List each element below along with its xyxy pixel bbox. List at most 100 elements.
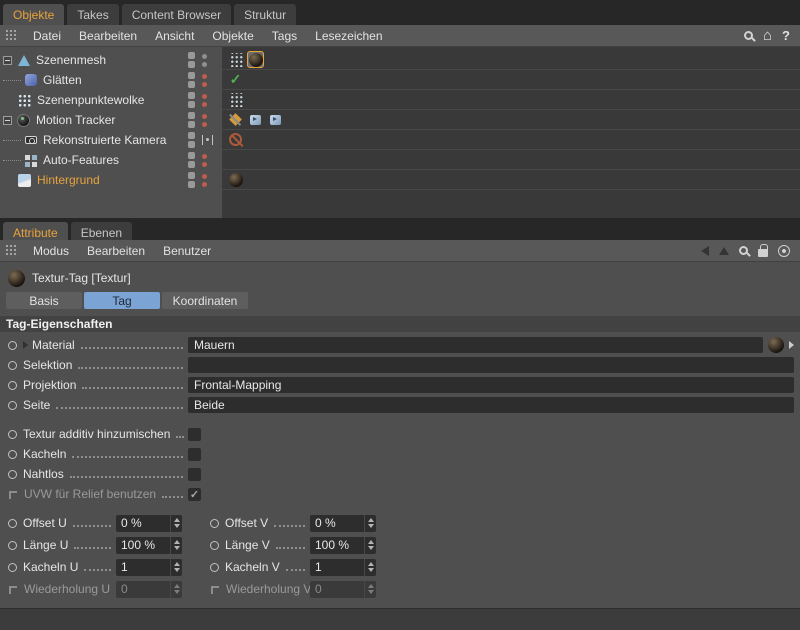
visibility-dots[interactable]: [202, 113, 207, 127]
menu-ansicht[interactable]: Ansicht: [146, 29, 203, 43]
keyframe-circle-icon[interactable]: [8, 540, 17, 550]
object-row-szenenpunktewolke[interactable]: Szenenpunktewolke: [0, 90, 800, 110]
search-icon[interactable]: [739, 246, 748, 255]
keyframe-circle-icon[interactable]: [8, 360, 17, 370]
object-label[interactable]: Auto-Features: [43, 153, 119, 167]
spinner-icon[interactable]: [364, 558, 376, 576]
palette-grip-icon[interactable]: [5, 244, 18, 257]
keyframe-circle-icon[interactable]: [8, 469, 17, 479]
menu-objekte[interactable]: Objekte: [203, 29, 262, 43]
layer-toggle-icons[interactable]: [188, 152, 195, 168]
layer-toggle-icons[interactable]: [188, 92, 195, 108]
menu-bearbeiten[interactable]: Bearbeiten: [78, 244, 154, 258]
texture-tag-selected-icon[interactable]: [247, 51, 264, 68]
kacheln-checkbox[interactable]: [188, 447, 201, 461]
visibility-dots[interactable]: [202, 173, 207, 187]
object-row-glaetten[interactable]: Glätten: [0, 70, 800, 90]
spinner-icon[interactable]: [170, 514, 182, 532]
keyframe-circle-icon[interactable]: [210, 518, 219, 528]
visibility-dots[interactable]: [202, 153, 207, 167]
kacheln-u-input[interactable]: 1: [116, 558, 182, 576]
keyframe-circle-icon[interactable]: [8, 429, 17, 439]
object-row-szenenmesh[interactable]: Szenenmesh: [0, 50, 800, 70]
layer-toggle-icons[interactable]: [188, 132, 195, 148]
wiederholung-u-input[interactable]: 0: [116, 580, 182, 598]
visibility-dots[interactable]: [202, 53, 207, 67]
home-icon[interactable]: ⌂: [763, 28, 772, 43]
layer-toggle-icons[interactable]: [188, 72, 195, 88]
wiederholung-v-input[interactable]: 0: [310, 580, 376, 598]
spinner-icon[interactable]: [170, 558, 182, 576]
points-tag-icon[interactable]: [227, 51, 244, 68]
layer-toggle-icons[interactable]: [188, 52, 195, 68]
target-icon[interactable]: [778, 244, 790, 257]
tab-basis[interactable]: Basis: [6, 292, 82, 309]
keyframe-circle-icon[interactable]: [8, 340, 17, 350]
palette-grip-icon[interactable]: [5, 29, 18, 42]
uvw-relief-checkbox[interactable]: ✓: [188, 487, 201, 501]
object-label[interactable]: Motion Tracker: [36, 113, 115, 127]
spinner-icon[interactable]: [364, 536, 376, 554]
spinner-icon[interactable]: [364, 514, 376, 532]
navigate-up-icon[interactable]: [719, 246, 729, 255]
object-row-motion-tracker[interactable]: Motion Tracker: [0, 110, 800, 130]
menu-tags[interactable]: Tags: [263, 29, 306, 43]
help-icon[interactable]: ?: [782, 29, 790, 42]
tab-takes[interactable]: Takes: [67, 4, 119, 25]
spinner-icon[interactable]: [364, 580, 376, 598]
additiv-checkbox[interactable]: [188, 427, 201, 441]
material-picker-arrow-icon[interactable]: [789, 341, 794, 349]
menu-datei[interactable]: Datei: [24, 29, 70, 43]
check-tag-icon[interactable]: [227, 71, 244, 88]
search-icon[interactable]: [743, 31, 753, 40]
visibility-dots[interactable]: [202, 73, 207, 87]
texture-tag-icon[interactable]: [227, 171, 244, 188]
menu-benutzer[interactable]: Benutzer: [154, 244, 220, 258]
object-label[interactable]: Szenenpunktewolke: [37, 93, 144, 107]
keyframe-circle-icon[interactable]: [210, 562, 219, 572]
disabled-sign-tag-icon[interactable]: [227, 131, 244, 148]
object-label[interactable]: Szenenmesh: [36, 53, 106, 67]
nahtlos-checkbox[interactable]: [188, 467, 201, 481]
keyframe-circle-icon[interactable]: [8, 518, 17, 528]
object-row-auto-features[interactable]: Auto-Features: [0, 150, 800, 170]
tab-tag[interactable]: Tag: [84, 292, 160, 309]
projektion-dropdown[interactable]: Frontal-Mapping: [188, 377, 794, 393]
keyframe-circle-icon[interactable]: [8, 400, 17, 410]
kacheln-v-input[interactable]: 1: [310, 558, 376, 576]
points-tag-icon[interactable]: [227, 91, 244, 108]
object-row-rekonstruierte-kamera[interactable]: Rekonstruierte Kamera: [0, 130, 800, 150]
camera-solve-tag-icon[interactable]: [267, 111, 284, 128]
seite-dropdown[interactable]: Beide: [188, 397, 794, 413]
expand-arrow-icon[interactable]: [23, 341, 28, 349]
collapse-expander-icon[interactable]: [3, 55, 12, 65]
object-row-hintergrund[interactable]: Hintergrund: [0, 170, 800, 190]
collapse-expander-icon[interactable]: [3, 115, 12, 125]
selektion-field[interactable]: [188, 357, 794, 373]
menu-bearbeiten[interactable]: Bearbeiten: [70, 29, 146, 43]
layer-toggle-icons[interactable]: [188, 172, 195, 188]
camera-solve-tag-icon[interactable]: [247, 111, 264, 128]
offset-v-input[interactable]: 0 %: [310, 514, 376, 532]
laenge-u-input[interactable]: 100 %: [116, 536, 182, 554]
menu-lesezeichen[interactable]: Lesezeichen: [306, 29, 391, 43]
object-label[interactable]: Rekonstruierte Kamera: [43, 133, 166, 147]
layer-toggle-icons[interactable]: [188, 112, 195, 128]
laenge-v-input[interactable]: 100 %: [310, 536, 376, 554]
tracker-marker-tag-icon[interactable]: [227, 111, 244, 128]
tab-objekte[interactable]: Objekte: [3, 4, 65, 25]
tab-content-browser[interactable]: Content Browser: [121, 4, 232, 25]
material-preview-icon[interactable]: [768, 337, 784, 353]
keyframe-circle-icon[interactable]: [8, 449, 17, 459]
lock-icon[interactable]: [758, 243, 768, 257]
tab-struktur[interactable]: Struktur: [234, 4, 297, 25]
keyframe-circle-icon[interactable]: [210, 540, 219, 550]
visibility-dots[interactable]: [202, 93, 207, 107]
keyframe-circle-icon[interactable]: [8, 380, 17, 390]
spinner-icon[interactable]: [170, 536, 182, 554]
object-label[interactable]: Hintergrund: [37, 173, 100, 187]
spinner-icon[interactable]: [170, 580, 182, 598]
camera-link-toggle-icon[interactable]: [202, 135, 213, 145]
object-label[interactable]: Glätten: [43, 73, 82, 87]
menu-modus[interactable]: Modus: [24, 244, 78, 258]
